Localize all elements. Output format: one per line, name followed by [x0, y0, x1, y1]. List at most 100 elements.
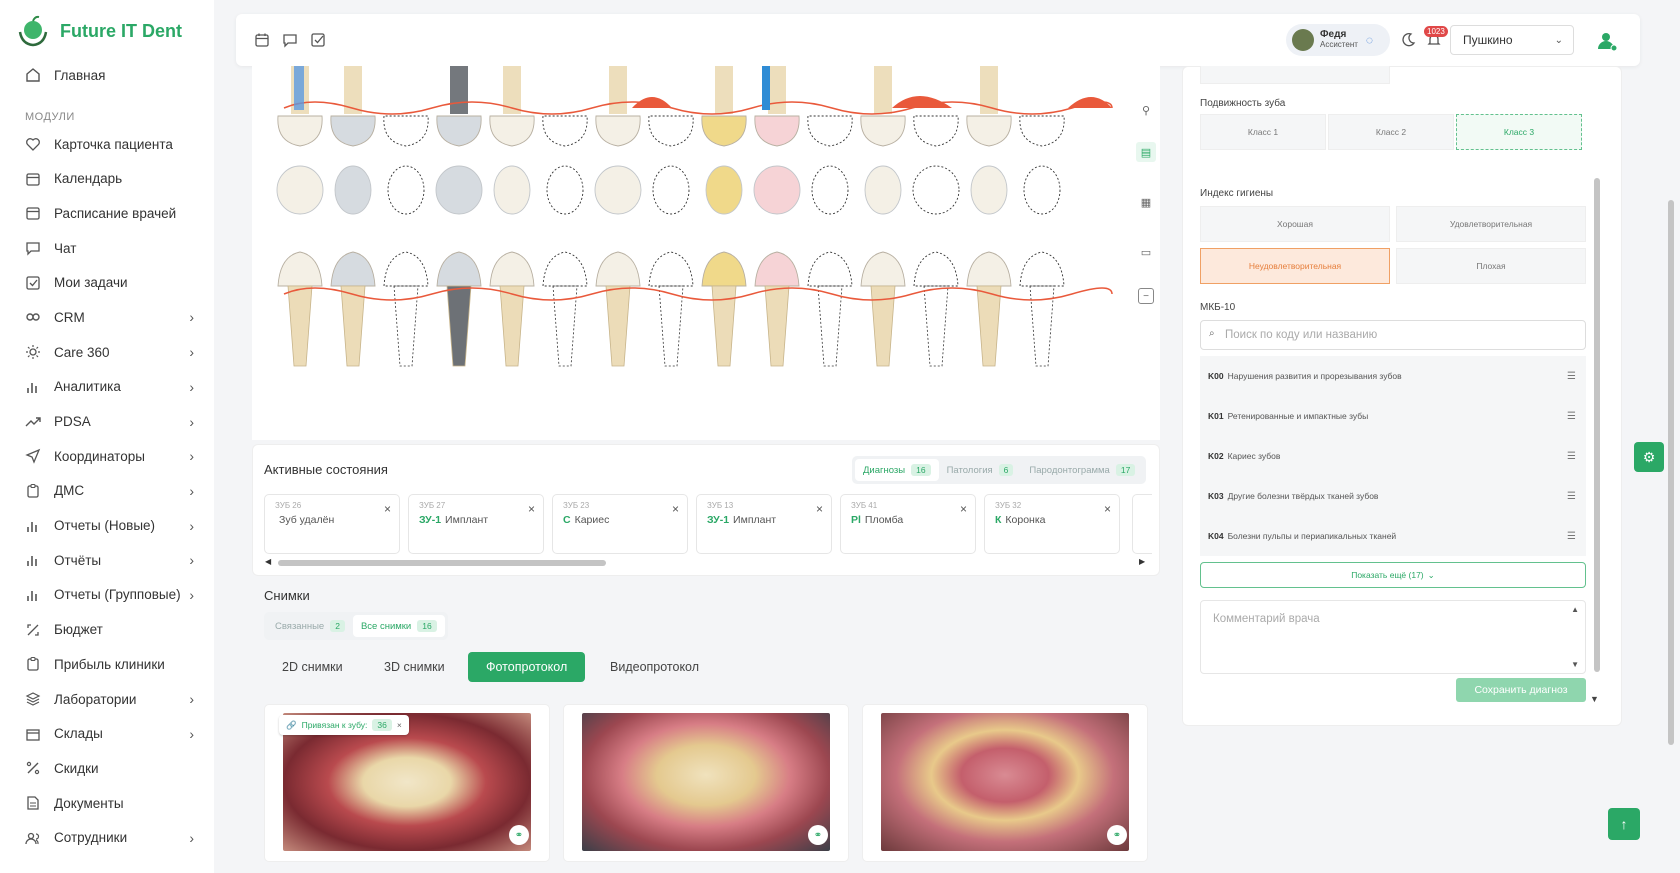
app-logo[interactable]: Future IT Dent	[16, 14, 182, 48]
sidebar-item-14[interactable]: Отчеты (Групповые) ›	[0, 578, 214, 613]
link-icon[interactable]: ⚭	[808, 825, 828, 845]
mkb-list-item[interactable]: K03 Другие болезни твёрдых тканей зубов ☰	[1200, 476, 1586, 516]
tab-photo-protocol[interactable]: Фотопротокол	[468, 652, 586, 682]
sidebar-item-21[interactable]: Сотрудники ›	[0, 820, 214, 855]
sidebar-item-10[interactable]: Координаторы ›	[0, 439, 214, 474]
tasks-icon[interactable]	[308, 30, 328, 50]
mkb-search-input[interactable]: ⌕ Поиск по коду или названию	[1200, 320, 1586, 350]
link-icon[interactable]: ⚭	[1107, 825, 1127, 845]
sidebar-item-18[interactable]: Склады ›	[0, 716, 214, 751]
sidebar-item-9[interactable]: PDSA ›	[0, 404, 214, 439]
dental-chart-svg[interactable]	[252, 66, 1160, 440]
tab-pathology[interactable]: Патология 6	[939, 459, 1022, 481]
sidebar-item-20[interactable]: Документы	[0, 786, 214, 821]
sidebar-item-19[interactable]: Скидки	[0, 751, 214, 786]
user-chip[interactable]: Федя Ассистент ◌	[1286, 24, 1390, 56]
scroll-down-icon[interactable]: ▼	[1571, 660, 1579, 669]
mobility-class-2[interactable]: Класс 2	[1328, 114, 1454, 150]
sidebar-item-13[interactable]: Отчёты ›	[0, 543, 214, 578]
state-card[interactable]: ЗУБ 27 ЗУ-1 Имплант ×	[408, 494, 544, 554]
photo-card[interactable]: ⚭	[862, 704, 1148, 862]
sidebar-item-11[interactable]: ДМС ›	[0, 474, 214, 509]
tab-2d-images[interactable]: 2D снимки	[264, 652, 361, 682]
state-card[interactable]: ЗУБ 26 Зуб удалён ×	[264, 494, 400, 554]
intraoral-photo[interactable]	[881, 713, 1129, 851]
apple-hands-logo-icon	[18, 15, 48, 47]
sidebar-item-15[interactable]: Бюджет	[0, 612, 214, 647]
tab-periodontogram[interactable]: Пародонтограмма 17	[1021, 459, 1143, 481]
settings-fab[interactable]: ⚙	[1634, 442, 1664, 472]
sidebar-item-6[interactable]: CRM ›	[0, 300, 214, 335]
close-icon[interactable]: ×	[528, 502, 535, 516]
tab-3d-images[interactable]: 3D снимки	[366, 652, 463, 682]
list-icon[interactable]: ☰	[1567, 531, 1576, 542]
scroll-top-button[interactable]: ↑	[1608, 808, 1640, 840]
sidebar-item-17[interactable]: Лаборатории ›	[0, 682, 214, 717]
mobility-class-1[interactable]: Класс 1	[1200, 114, 1326, 150]
chat-icon[interactable]	[280, 30, 300, 50]
sidebar-item-3[interactable]: Расписание врачей	[0, 196, 214, 231]
tab-all-photos[interactable]: Все снимки 16	[352, 615, 445, 637]
doctor-comment-field[interactable]: Комментарий врача ▲ ▼	[1200, 600, 1586, 674]
state-card[interactable]: ЗУБ 13 ЗУ-1 Имплант ×	[696, 494, 832, 554]
hygiene-satisfactory[interactable]: Удовлетворительная	[1396, 206, 1586, 242]
photo-card[interactable]: ⚭	[563, 704, 849, 862]
intraoral-photo[interactable]	[582, 713, 830, 851]
mkb-list-item[interactable]: K04 Болезни пульпы и периапикальных ткане…	[1200, 516, 1586, 556]
mkb-list-item[interactable]: K02 Кариес зубов ☰	[1200, 436, 1586, 476]
sidebar-item-5[interactable]: Мои задачи	[0, 265, 214, 300]
sidebar-item-4[interactable]: Чат	[0, 231, 214, 266]
state-card[interactable]: ЗУБ 41 Pl Пломба ×	[840, 494, 976, 554]
mkb-list-item[interactable]: K01 Ретенированные и импактные зубы ☰	[1200, 396, 1586, 436]
scroll-left-icon[interactable]: ◀	[265, 557, 271, 566]
state-text: Зуб удалён	[275, 514, 334, 526]
state-card[interactable]: ЗУБ 23 С Кариес ×	[552, 494, 688, 554]
horizontal-scrollbar[interactable]	[278, 560, 606, 566]
tab-diagnoses[interactable]: Диагнозы 16	[855, 459, 939, 481]
tab-video-protocol[interactable]: Видеопротокол	[592, 652, 717, 682]
sidebar-item-7[interactable]: Care 360 ›	[0, 335, 214, 370]
scroll-right-icon[interactable]: ▶	[1139, 557, 1145, 566]
mkb-list-item[interactable]: K00 Нарушения развития и прорезывания зуб…	[1200, 356, 1586, 396]
calendar-icon[interactable]	[252, 30, 272, 50]
show-more-button[interactable]: Показать ещё (17) ⌄	[1200, 562, 1586, 588]
close-icon[interactable]: ×	[1104, 502, 1111, 516]
sidebar-item-home[interactable]: Главная	[0, 58, 214, 93]
tab-linked-photos[interactable]: Связанные 2	[267, 615, 353, 637]
hygiene-good[interactable]: Хорошая	[1200, 206, 1390, 242]
tooth-view-icon[interactable]: ⚲	[1136, 100, 1156, 120]
close-icon[interactable]: ×	[960, 502, 967, 516]
panel-scrollbar[interactable]	[1594, 178, 1600, 672]
close-icon[interactable]: ×	[384, 502, 391, 516]
photo-card[interactable]: 🔗 Привязан к зубу: 36 × ⚭	[264, 704, 550, 862]
upper-jaw-view-icon[interactable]: ▤	[1136, 142, 1156, 162]
sidebar-item-8[interactable]: Аналитика ›	[0, 370, 214, 405]
close-icon[interactable]: ×	[672, 502, 679, 516]
collapse-icon[interactable]: −	[1138, 288, 1154, 304]
list-icon[interactable]: ☰	[1567, 411, 1576, 422]
list-icon[interactable]: ☰	[1567, 491, 1576, 502]
hygiene-unsatisfactory[interactable]: Неудовлетворительная	[1200, 248, 1390, 284]
moon-icon[interactable]	[1398, 30, 1418, 50]
sidebar-item-1[interactable]: Карточка пациента	[0, 127, 214, 162]
sidebar-item-2[interactable]: Календарь	[0, 161, 214, 196]
list-icon[interactable]: ☰	[1567, 451, 1576, 462]
save-diagnosis-button[interactable]: Сохранить диагноз	[1456, 678, 1586, 702]
sidebar-item-12[interactable]: Отчеты (Новые) ›	[0, 508, 214, 543]
link-icon[interactable]: ⚭	[509, 825, 529, 845]
chat-bubble-icon[interactable]: ◌	[1366, 33, 1373, 47]
hygiene-poor[interactable]: Плохая	[1396, 248, 1586, 284]
unlink-icon[interactable]: ×	[397, 720, 402, 730]
both-jaws-view-icon[interactable]: ▦	[1136, 192, 1156, 212]
close-icon[interactable]: ×	[816, 502, 823, 516]
scroll-up-icon[interactable]: ▲	[1571, 605, 1579, 614]
panel-scroll-down-icon[interactable]: ▼	[1590, 694, 1599, 704]
mobility-class-3[interactable]: Класс 3	[1456, 114, 1582, 150]
page-scrollbar[interactable]	[1668, 200, 1674, 745]
lower-jaw-view-icon[interactable]: ▭	[1136, 242, 1156, 262]
profile-avatar-icon[interactable]	[1594, 28, 1618, 52]
state-card[interactable]: ЗУБ 32 К Коронка ×	[984, 494, 1120, 554]
sidebar-item-16[interactable]: Прибыль клиники	[0, 647, 214, 682]
clinic-select[interactable]: Пушкино ⌄	[1450, 25, 1574, 55]
list-icon[interactable]: ☰	[1567, 371, 1576, 382]
